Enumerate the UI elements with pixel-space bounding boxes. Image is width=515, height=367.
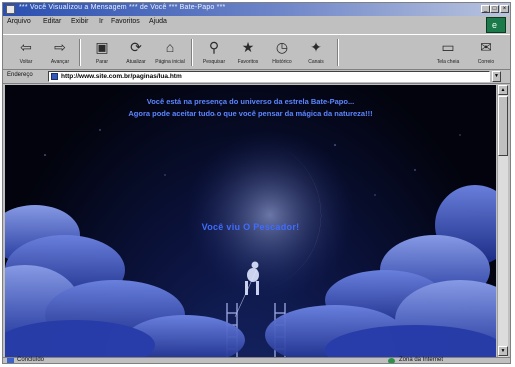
minimize-button[interactable]: _ [481,5,490,13]
security-zone-text: Zona da Internet [399,357,444,363]
menu-ajuda[interactable]: Ajuda [149,18,167,25]
home-button[interactable]: ⌂ Página inicial [155,38,185,68]
favorites-icon: ★ [241,39,255,55]
stop-icon: ▣ [95,39,109,55]
center-message[interactable]: Você viu O Pescador! [5,222,496,232]
menu-ir[interactable]: Ir [99,18,103,25]
history-button[interactable]: ◷ Histórico [267,38,297,68]
search-button[interactable]: ⚲ Pesquisar [199,38,229,68]
message-line-2: Agora pode aceitar tudo o que você pensa… [128,109,373,118]
page-icon [51,73,58,80]
vertical-scrollbar[interactable]: ▲ ▼ [497,85,508,357]
page-content: Você está na presença do universo da est… [5,85,496,357]
forward-arrow-icon: ⇨ [54,39,66,55]
scroll-down-button[interactable]: ▼ [498,346,508,356]
toolbar-divider [337,39,339,66]
page-status-icon [7,358,14,363]
status-text: Concluído [17,357,45,363]
channels-button[interactable]: ✦ Canais [301,38,331,68]
refresh-button[interactable]: ⟳ Atualizar [121,38,151,68]
forward-button[interactable]: ⇨ Avançar [45,38,75,68]
menu-arquivo[interactable]: Arquivo [7,18,31,25]
history-icon: ◷ [275,39,289,55]
scroll-thumb[interactable] [498,96,508,156]
back-arrow-icon: ⇦ [20,39,32,55]
browser-logo-icon: e [486,17,506,33]
toolbar-divider [79,39,81,66]
address-url: http://www.site.com.br/paginas/lua.htm [61,73,182,80]
refresh-icon: ⟳ [130,39,142,55]
home-icon: ⌂ [165,39,175,55]
stop-button[interactable]: ▣ Parar [87,38,117,68]
mail-icon: ✉ [480,39,492,55]
internet-zone-icon [388,358,395,363]
browser-window: *** Você Visualizou a Mensagem *** de Vo… [2,2,511,364]
scroll-up-button[interactable]: ▲ [498,85,508,95]
channels-icon: ✦ [310,39,322,55]
browser-app-icon [6,5,15,14]
mail-button[interactable]: ✉ Correio [471,38,501,68]
status-bar: Concluído Zona da Internet [3,357,510,363]
window-title: *** Você Visualizou a Mensagem *** de Vo… [19,4,226,11]
toolbar: ⇦ Voltar ⇨ Avançar ▣ Parar ⟳ Atualizar ⌂… [3,34,510,70]
address-label: Endereço [7,72,33,78]
maximize-button[interactable]: □ [490,5,499,13]
moon-scene-image [5,114,496,357]
address-bar: Endereço http://www.site.com.br/paginas/… [3,70,510,84]
title-bar: *** Você Visualizou a Mensagem *** de Vo… [3,3,510,16]
fullscreen-button[interactable]: ▭ Tela cheia [433,38,463,68]
fullscreen-icon: ▭ [441,39,455,55]
search-icon: ⚲ [208,39,220,55]
back-button[interactable]: ⇦ Voltar [11,38,41,68]
menu-exibir[interactable]: Exibir [71,18,89,25]
toolbar-divider [191,39,193,66]
menu-bar: Arquivo Editar Exibir Ir Favoritos Ajuda [3,17,510,28]
close-button[interactable]: × [500,5,509,13]
address-dropdown-button[interactable]: ▼ [492,71,501,82]
favorites-button[interactable]: ★ Favoritos [233,38,263,68]
menu-favoritos[interactable]: Favoritos [111,18,140,25]
message-line-1: Você está na presença do universo da est… [146,97,355,106]
menu-editar[interactable]: Editar [43,18,61,25]
address-input[interactable]: http://www.site.com.br/paginas/lua.htm [48,71,490,82]
